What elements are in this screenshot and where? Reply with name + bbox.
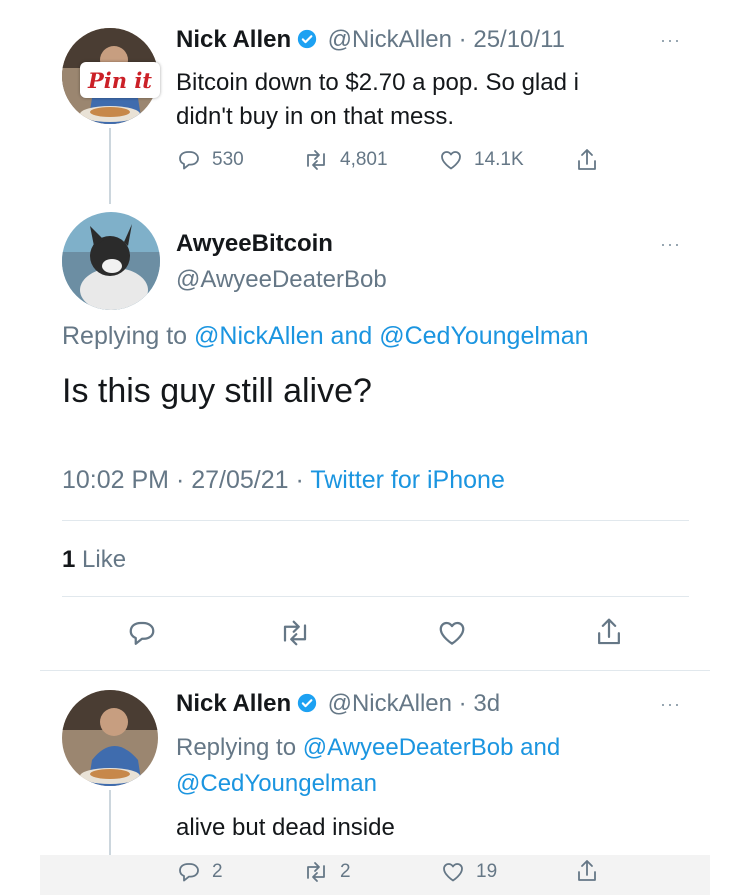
more-icon[interactable]: ··· <box>660 694 681 715</box>
divider <box>40 670 710 671</box>
author-handle[interactable]: @NickAllen <box>328 690 452 717</box>
verified-icon <box>297 29 317 49</box>
likes-label: Like <box>75 546 127 573</box>
retweet-icon <box>283 620 307 646</box>
tweet-date[interactable]: 25/10/11 <box>473 26 565 53</box>
tweet-date[interactable]: 3d <box>473 690 500 717</box>
reply-button[interactable]: 2 <box>176 860 223 884</box>
retweet-icon <box>307 150 325 170</box>
like-icon <box>439 621 465 645</box>
mention-and: and <box>513 734 561 761</box>
mention-link[interactable]: @AwyeeDeaterBob <box>303 734 514 761</box>
like-icon <box>441 151 461 170</box>
like-button[interactable]: 19 <box>440 860 497 884</box>
reply-icon <box>179 863 199 882</box>
like-button[interactable]: 14.1K <box>438 148 524 172</box>
replying-to: Replying to @NickAllen and @CedYoungelma… <box>62 322 589 351</box>
author-handle[interactable]: @AwyeeDeaterBob <box>176 266 387 294</box>
likes-summary[interactable]: 1 Like <box>62 546 126 574</box>
thread-line <box>109 128 111 204</box>
author-name[interactable]: Nick Allen <box>176 26 291 53</box>
reply-count: 530 <box>212 149 244 170</box>
like-count: 14.1K <box>474 149 524 170</box>
mention-link[interactable]: @CedYoungelman <box>176 770 377 797</box>
likes-number: 1 <box>62 546 76 573</box>
tweet-text: alive but dead inside <box>176 814 395 841</box>
thread-line <box>109 790 111 860</box>
author-name[interactable]: AwyeeBitcoin <box>176 230 387 258</box>
avatar-photo <box>62 690 158 786</box>
separator: · <box>452 690 474 717</box>
retweet-icon <box>307 862 325 882</box>
retweet-count: 2 <box>340 861 351 882</box>
reply-icon <box>129 621 155 645</box>
avatar-photo <box>62 212 160 310</box>
divider <box>62 596 689 597</box>
reply-button[interactable]: 530 <box>176 148 244 172</box>
tweet-source[interactable]: Twitter for iPhone <box>310 466 505 494</box>
tweet-timestamp[interactable]: 10:02 PM · 27/05/21 · <box>62 466 310 494</box>
mention-and: and <box>323 322 380 350</box>
like-icon <box>443 863 463 882</box>
like-count: 19 <box>476 861 498 882</box>
tweet-text-line: didn't buy in on that mess. <box>176 103 455 130</box>
replying-to: Replying to @AwyeeDeaterBob and @CedYoun… <box>176 730 560 802</box>
share-icon <box>598 618 620 645</box>
author-handle[interactable]: @NickAllen <box>328 26 452 53</box>
reply-count: 2 <box>212 861 223 882</box>
reply-button[interactable] <box>126 618 158 648</box>
tweet-text: Is this guy still alive? <box>62 372 372 410</box>
pin-it-button[interactable]: Pin it <box>80 62 160 98</box>
author-name[interactable]: Nick Allen <box>176 690 291 717</box>
replying-to-prefix: Replying to <box>176 734 303 761</box>
share-button[interactable] <box>575 147 599 173</box>
divider <box>62 520 689 521</box>
more-icon[interactable]: ··· <box>660 30 681 51</box>
replying-to-prefix: Replying to <box>62 322 195 350</box>
more-icon[interactable]: ··· <box>660 234 681 255</box>
like-button[interactable] <box>436 618 468 648</box>
verified-icon <box>297 693 317 713</box>
avatar-awyee-bitcoin[interactable] <box>62 212 160 310</box>
share-button[interactable] <box>594 616 624 648</box>
action-bar-background <box>40 855 710 895</box>
share-icon <box>578 149 596 170</box>
retweet-button[interactable] <box>278 618 312 648</box>
mention-link[interactable]: @NickAllen <box>194 322 324 350</box>
retweet-button[interactable]: 2 <box>302 860 351 884</box>
avatar-nick-allen[interactable] <box>62 690 158 786</box>
reply-icon <box>179 151 199 170</box>
share-icon <box>578 860 596 881</box>
mention-link[interactable]: @CedYoungelman <box>379 322 588 350</box>
tweet-text-line: Bitcoin down to $2.70 a pop. So glad i <box>176 69 579 96</box>
retweet-count: 4,801 <box>340 149 388 170</box>
separator: · <box>452 26 474 53</box>
retweet-button[interactable]: 4,801 <box>302 148 388 172</box>
share-button[interactable] <box>575 858 599 884</box>
